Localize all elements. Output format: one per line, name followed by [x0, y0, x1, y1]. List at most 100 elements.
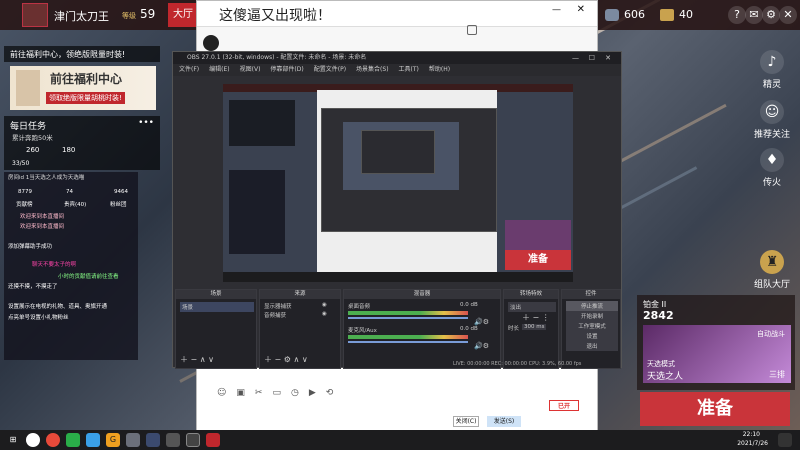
chat-tab-contribution[interactable]: 贡献榜: [16, 202, 33, 208]
progress-text: 33/50: [12, 160, 30, 167]
help-icon[interactable]: ?: [728, 6, 746, 24]
menu-edit[interactable]: 编辑(E): [209, 64, 229, 76]
chat-message: 设置展示在电视的礼物、道具、奥旗开通: [8, 304, 108, 310]
notification-icon[interactable]: [778, 433, 792, 447]
close-icon[interactable]: ✕: [779, 6, 797, 24]
mail-icon[interactable]: ✉: [745, 6, 763, 24]
stop-streaming-button[interactable]: 停止推流: [566, 301, 618, 311]
eye-icon[interactable]: ◉: [322, 302, 327, 308]
mode-label: 天选模式: [647, 360, 675, 368]
obs-taskbar-icon[interactable]: [186, 433, 200, 447]
auto-battle-label: 自动战斗: [757, 330, 785, 338]
minimize-icon[interactable]: —: [572, 52, 579, 64]
right-rail: ♪ 精灵 ☺ 推荐关注 ♦ 传火 ♜ 组队大厅: [744, 30, 800, 300]
start-icon[interactable]: ⊞: [6, 433, 20, 447]
contact-avatar[interactable]: [203, 35, 219, 51]
player-avatar[interactable]: [22, 3, 48, 27]
character-portrait[interactable]: 自动战斗 天选模式 天选之人 三排: [643, 325, 791, 383]
record-button[interactable]: 已开: [549, 400, 579, 411]
transitions-dock: 转场特效 淡出 ＋ − ⋮ 时长 300 ms: [503, 289, 559, 369]
mixer-channel-2-label: 麦克风/Aux: [348, 328, 377, 334]
welfare-banner-image[interactable]: 前往福利中心 领取绝版限量胡桃时装!: [10, 66, 156, 110]
rail-sprite[interactable]: ♪ 精灵: [744, 50, 800, 90]
game-client-icon[interactable]: [206, 433, 220, 447]
menu-profile[interactable]: 配置文件(P): [314, 64, 346, 76]
video-icon[interactable]: ▶: [309, 388, 316, 398]
wechat-icon[interactable]: [66, 433, 80, 447]
mixer-mute-icons[interactable]: 🔊⚙ 🔊⚙: [474, 310, 489, 358]
start-recording-button[interactable]: 开始录制: [566, 311, 618, 321]
obs-window: OBS 27.0.1 (32-bit, windows) - 配置文件: 未命名…: [172, 51, 622, 369]
rail-recommend[interactable]: ☺ 推荐关注: [744, 100, 800, 140]
transition-duration-input[interactable]: 300 ms: [522, 324, 547, 330]
team-size-label: 三排: [769, 370, 785, 379]
app-icon[interactable]: [146, 433, 160, 447]
settings-icon[interactable]: ⚙: [762, 6, 780, 24]
hall-button[interactable]: 大厅: [168, 3, 198, 27]
scenes-dock-title: 场景: [176, 290, 256, 299]
more-icon[interactable]: •••: [138, 118, 154, 128]
source-item[interactable]: 音频捕获: [264, 311, 286, 319]
history-icon[interactable]: ⟲: [326, 388, 334, 398]
menu-docks[interactable]: 停靠部件(D): [270, 64, 303, 76]
chat-tab-fans[interactable]: 粉丝团: [110, 202, 127, 208]
rail-team-hall[interactable]: ♜ 组队大厅: [744, 250, 800, 290]
scissors-icon[interactable]: ✂: [255, 388, 263, 398]
coin-icon: [605, 8, 619, 21]
stat-1: 260: [26, 146, 40, 154]
close-chat-button[interactable]: 关闭(C): [453, 416, 479, 427]
settings-button[interactable]: 设置: [566, 331, 618, 341]
close-icon[interactable]: ✕: [605, 52, 611, 64]
studio-mode-button[interactable]: 工作室模式: [566, 321, 618, 331]
currency-2-value: 40: [679, 8, 693, 21]
chat-message: 点亮单号设置小礼物粉丝: [8, 315, 69, 321]
folder-icon[interactable]: [126, 433, 140, 447]
banner-image-title: 前往福利中心: [50, 72, 123, 86]
ready-button[interactable]: 准备: [640, 392, 790, 426]
source-item[interactable]: 显示器捕获: [264, 302, 292, 310]
call-icon[interactable]: [467, 25, 477, 35]
chat-stat-1: 8779: [18, 189, 32, 195]
eye-icon[interactable]: ◉: [322, 311, 327, 317]
maximize-icon[interactable]: ☐: [589, 52, 595, 64]
scenes-controls[interactable]: ＋ − ∧ ∨: [180, 354, 214, 365]
chat-header: 房间id 1当天选之人成为天选喵: [8, 175, 85, 181]
menu-scene-collection[interactable]: 场景集合(S): [356, 64, 389, 76]
menu-view[interactable]: 视图(V): [240, 64, 261, 76]
obs-preview[interactable]: 准备: [223, 84, 573, 282]
chat-stat-3: 9464: [114, 189, 128, 195]
chat-tab-vip[interactable]: 贵宾(40): [64, 202, 86, 208]
chat-icon[interactable]: ◷: [291, 388, 299, 398]
gif-icon[interactable]: ▣: [236, 388, 245, 398]
minimize-icon[interactable]: —: [552, 5, 561, 15]
chat-message: 还摸不摸，不摸走了: [8, 284, 58, 290]
scene-item[interactable]: 场景: [180, 302, 254, 312]
chat-message: 欢迎来到本直播间: [20, 224, 65, 230]
search-icon[interactable]: [26, 433, 40, 447]
transition-mode-select[interactable]: 淡出: [508, 302, 556, 312]
close-icon[interactable]: ✕: [577, 4, 585, 15]
send-button[interactable]: 发送(S): [487, 416, 521, 427]
transition-add-remove[interactable]: ＋ − ⋮: [522, 312, 550, 323]
menu-file[interactable]: 文件(F): [179, 64, 199, 76]
match-score: 2842: [643, 309, 674, 322]
chest-icon: [660, 8, 674, 21]
game-icon[interactable]: G: [106, 433, 120, 447]
mixer-meter-1: [348, 311, 468, 315]
emoji-icon[interactable]: ☺: [217, 388, 226, 398]
app-icon[interactable]: [166, 433, 180, 447]
sources-dock-title: 来源: [260, 290, 340, 299]
exit-button[interactable]: 退出: [566, 341, 618, 351]
menu-help[interactable]: 帮助(H): [429, 64, 450, 76]
sources-controls[interactable]: ＋ − ⚙ ∧ ∨: [264, 354, 308, 365]
folder-icon[interactable]: ▭: [272, 388, 281, 398]
menu-tools[interactable]: 工具(T): [399, 64, 419, 76]
banner-image-subtitle: 领取绝版限量胡桃时装!: [46, 92, 125, 104]
app-icon[interactable]: [86, 433, 100, 447]
browser-icon[interactable]: [46, 433, 60, 447]
rail-fire[interactable]: ♦ 传火: [744, 148, 800, 188]
mixer-slider-2[interactable]: [348, 341, 468, 343]
chat-message: 聊天不要太子的啊: [32, 262, 77, 268]
mixer-slider-1[interactable]: [348, 317, 468, 319]
windows-taskbar: ⊞ G 22:10 2021/7/26: [0, 430, 800, 450]
